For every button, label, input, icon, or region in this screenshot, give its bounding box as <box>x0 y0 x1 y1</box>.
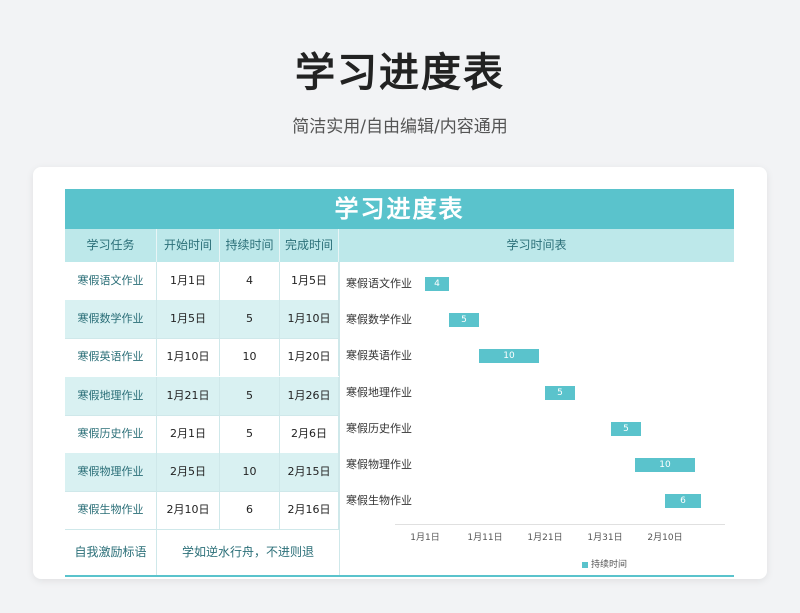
sheet-banner: 学习进度表 <box>65 189 734 229</box>
task-cell[interactable]: 寒假数学作业 <box>65 300 157 339</box>
gantt-category-label: 寒假生物作业 <box>346 494 412 508</box>
gantt-bar[interactable]: 5 <box>449 313 479 328</box>
task-cell[interactable]: 寒假历史作业 <box>65 414 157 453</box>
header-start[interactable]: 开始时间 <box>157 229 220 262</box>
start-cell[interactable]: 1月1日 <box>157 262 220 300</box>
header-timeline[interactable]: 学习时间表 <box>339 229 734 262</box>
table-row: 寒假数学作业 1月5日 5 1月10日 <box>65 300 339 339</box>
duration-cell[interactable]: 5 <box>220 414 280 453</box>
header-task[interactable]: 学习任务 <box>65 229 157 262</box>
gantt-x-tick: 1月31日 <box>587 533 623 543</box>
motto-text[interactable]: 学如逆水行舟，不进则退 <box>157 530 339 575</box>
end-cell[interactable]: 1月10日 <box>280 300 339 339</box>
legend-swatch <box>582 561 588 568</box>
end-cell[interactable]: 2月15日 <box>280 453 339 491</box>
motto-label[interactable]: 自我激励标语 <box>65 530 157 575</box>
table-row: 寒假地理作业 1月21日 5 1月26日 <box>65 376 339 415</box>
table-row: 寒假物理作业 2月5日 10 2月15日 <box>65 453 339 491</box>
legend-label: 持续时间 <box>591 560 628 570</box>
gantt-category-label: 寒假英语作业 <box>346 349 412 363</box>
table-row: 寒假英语作业 1月10日 10 1月20日 <box>65 338 339 377</box>
gantt-chart: 持续时间 寒假语文作业 4 寒假数学作业 5 寒假英语作业 10 寒假地理作业 5 寒假历史作业… <box>340 262 734 575</box>
start-cell[interactable]: 1月21日 <box>157 376 220 415</box>
start-cell[interactable]: 1月10日 <box>157 338 220 377</box>
start-cell[interactable]: 2月10日 <box>157 491 220 530</box>
end-cell[interactable]: 1月26日 <box>280 376 339 415</box>
gantt-category-label: 寒假地理作业 <box>346 385 412 399</box>
duration-cell[interactable]: 10 <box>220 338 280 377</box>
header-end[interactable]: 完成时间 <box>280 229 339 262</box>
spreadsheet: 学习进度表 学习任务 开始时间 持续时间 完成时间 学习时间表 寒假语文作业 1月… <box>65 189 734 577</box>
duration-cell[interactable]: 5 <box>220 376 280 415</box>
gantt-bar[interactable]: 6 <box>665 494 701 509</box>
gantt-bar[interactable]: 4 <box>425 277 449 291</box>
task-cell[interactable]: 寒假地理作业 <box>65 376 157 415</box>
gantt-category-label: 寒假语文作业 <box>346 277 412 290</box>
task-cell[interactable]: 寒假生物作业 <box>65 491 157 530</box>
end-cell[interactable]: 1月20日 <box>280 338 339 377</box>
page-title: 学习进度表 <box>295 50 505 96</box>
gantt-x-tick: 1月11日 <box>467 533 503 543</box>
gantt-category-label: 寒假历史作业 <box>346 421 412 435</box>
table-row: 寒假历史作业 2月1日 5 2月6日 <box>65 414 339 453</box>
duration-cell[interactable]: 5 <box>220 300 280 339</box>
table-row: 寒假生物作业 2月10日 6 2月16日 <box>65 491 339 530</box>
end-cell[interactable]: 2月16日 <box>280 491 339 530</box>
duration-cell[interactable]: 4 <box>220 262 280 300</box>
task-cell[interactable]: 寒假物理作业 <box>65 453 157 491</box>
gantt-x-tick: 2月10日 <box>647 533 683 543</box>
gantt-bar[interactable]: 5 <box>611 421 641 436</box>
gantt-bar[interactable]: 10 <box>635 458 695 472</box>
gantt-category-label: 寒假数学作业 <box>346 313 412 327</box>
gantt-x-tick: 1月21日 <box>527 533 563 543</box>
table-row: 寒假语文作业 1月1日 4 1月5日 <box>65 262 339 300</box>
gantt-bar[interactable]: 10 <box>479 349 539 364</box>
gantt-category-label: 寒假物理作业 <box>346 458 412 471</box>
start-cell[interactable]: 2月5日 <box>157 453 220 491</box>
header-duration[interactable]: 持续时间 <box>220 229 280 262</box>
task-cell[interactable]: 寒假英语作业 <box>65 338 157 377</box>
start-cell[interactable]: 2月1日 <box>157 414 220 453</box>
gantt-legend: 持续时间 <box>582 557 627 570</box>
duration-cell[interactable]: 6 <box>220 491 280 530</box>
start-cell[interactable]: 1月5日 <box>157 300 220 339</box>
gantt-x-tick: 1月1日 <box>410 533 440 543</box>
end-cell[interactable]: 2月6日 <box>280 414 339 453</box>
footer-row: 自我激励标语 学如逆水行舟，不进则退 <box>65 530 339 575</box>
task-cell[interactable]: 寒假语文作业 <box>65 262 157 300</box>
header-row: 学习任务 开始时间 持续时间 完成时间 学习时间表 <box>65 229 734 262</box>
gantt-bar[interactable]: 5 <box>545 385 575 400</box>
duration-cell[interactable]: 10 <box>220 453 280 491</box>
end-cell[interactable]: 1月5日 <box>280 262 339 300</box>
page-subtitle: 简洁实用/自由编辑/内容通用 <box>292 117 508 137</box>
gantt-axis-line <box>395 524 725 525</box>
